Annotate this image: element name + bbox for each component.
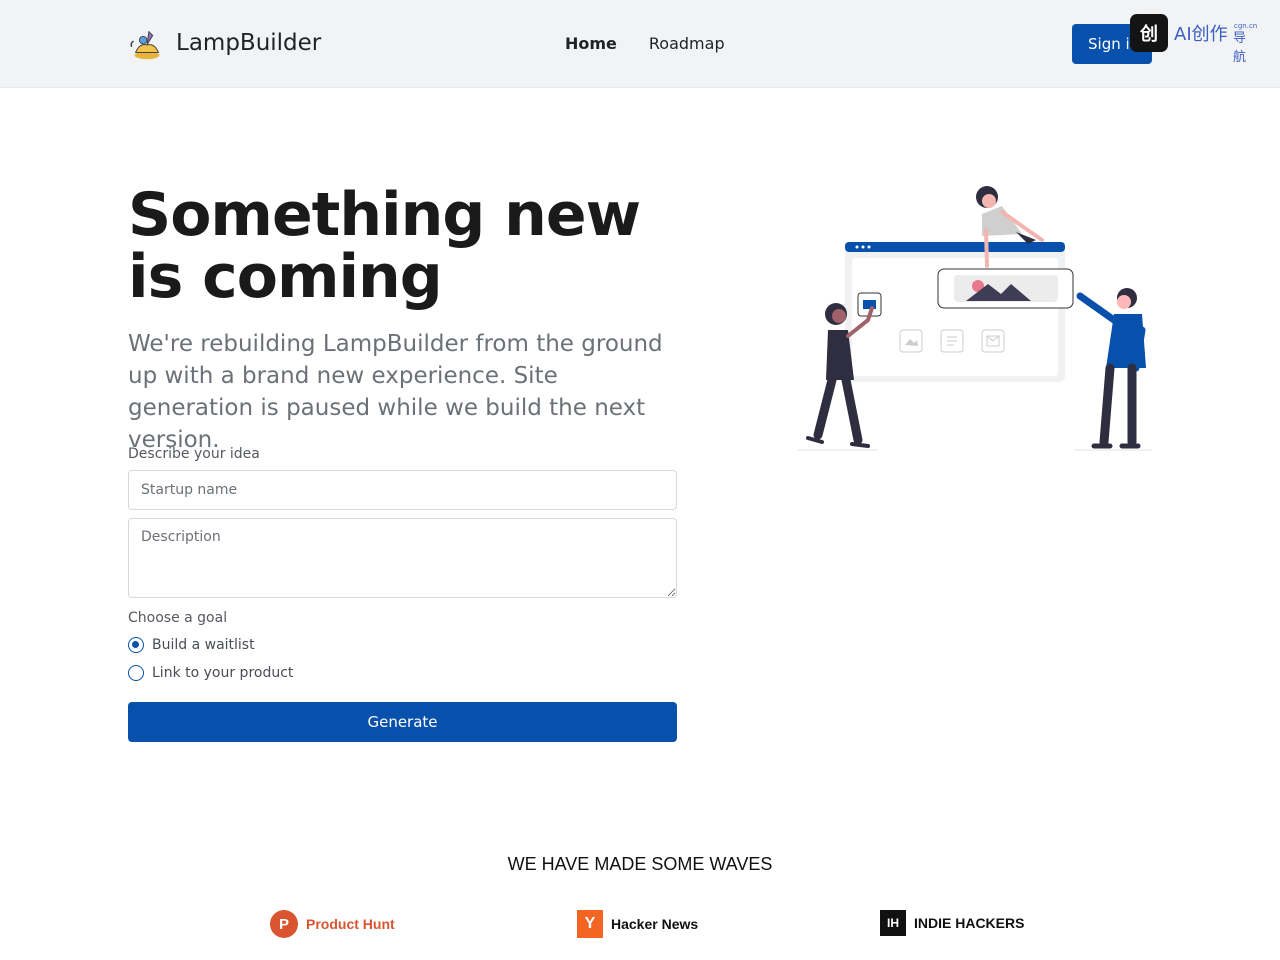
- brand-name: LampBuilder: [176, 30, 322, 56]
- press-logo-name: Hacker News: [611, 916, 699, 932]
- badge-subtext: 导航: [1233, 31, 1247, 65]
- goal-option-waitlist[interactable]: Build a waitlist: [128, 637, 255, 653]
- hero-illustration: [798, 186, 1152, 451]
- startup-name-input[interactable]: [128, 470, 677, 510]
- press-logo-name: Product Hunt: [306, 916, 395, 932]
- site-header: LampBuilder Home Roadmap Sign in 创 AI创作 …: [0, 0, 1280, 88]
- idea-label: Describe your idea: [128, 446, 260, 462]
- overlay-badge[interactable]: 创 AI创作 cgn.cn 导航: [1130, 14, 1257, 65]
- lamp-logo-icon: [130, 30, 160, 60]
- generate-button[interactable]: Generate: [128, 702, 677, 742]
- nav-home[interactable]: Home: [565, 34, 617, 53]
- goal-option-label: Link to your product: [152, 665, 294, 681]
- indie-hackers-icon: IH: [880, 910, 906, 936]
- indie-hackers-logo[interactable]: IH INDIE HACKERS: [880, 910, 1024, 936]
- hero-subtitle: We're rebuilding LampBuilder from the gr…: [128, 331, 663, 453]
- nav-roadmap[interactable]: Roadmap: [649, 34, 725, 53]
- description-textarea[interactable]: [128, 518, 677, 598]
- press-title: WE HAVE MADE SOME WAVES: [507, 854, 773, 874]
- radio-link[interactable]: [128, 665, 144, 681]
- goal-option-link[interactable]: Link to your product: [128, 665, 293, 681]
- product-hunt-icon: P: [270, 910, 298, 938]
- brand[interactable]: LampBuilder: [128, 24, 321, 62]
- goal-option-label: Build a waitlist: [152, 637, 255, 653]
- radio-waitlist[interactable]: [128, 637, 144, 653]
- browser-titlebar: [845, 242, 1065, 252]
- product-hunt-logo[interactable]: P Product Hunt: [270, 910, 395, 938]
- hacker-news-icon: Y: [577, 910, 603, 938]
- badge-icon: 创: [1130, 14, 1168, 52]
- main-nav: Home Roadmap: [565, 34, 725, 53]
- press-logo-name: INDIE HACKERS: [914, 915, 1025, 931]
- hacker-news-logo[interactable]: Y Hacker News: [577, 910, 698, 938]
- hero-title: Something new is coming: [128, 180, 641, 312]
- badge-text: AI创作: [1174, 24, 1228, 45]
- goal-label: Choose a goal: [128, 610, 228, 626]
